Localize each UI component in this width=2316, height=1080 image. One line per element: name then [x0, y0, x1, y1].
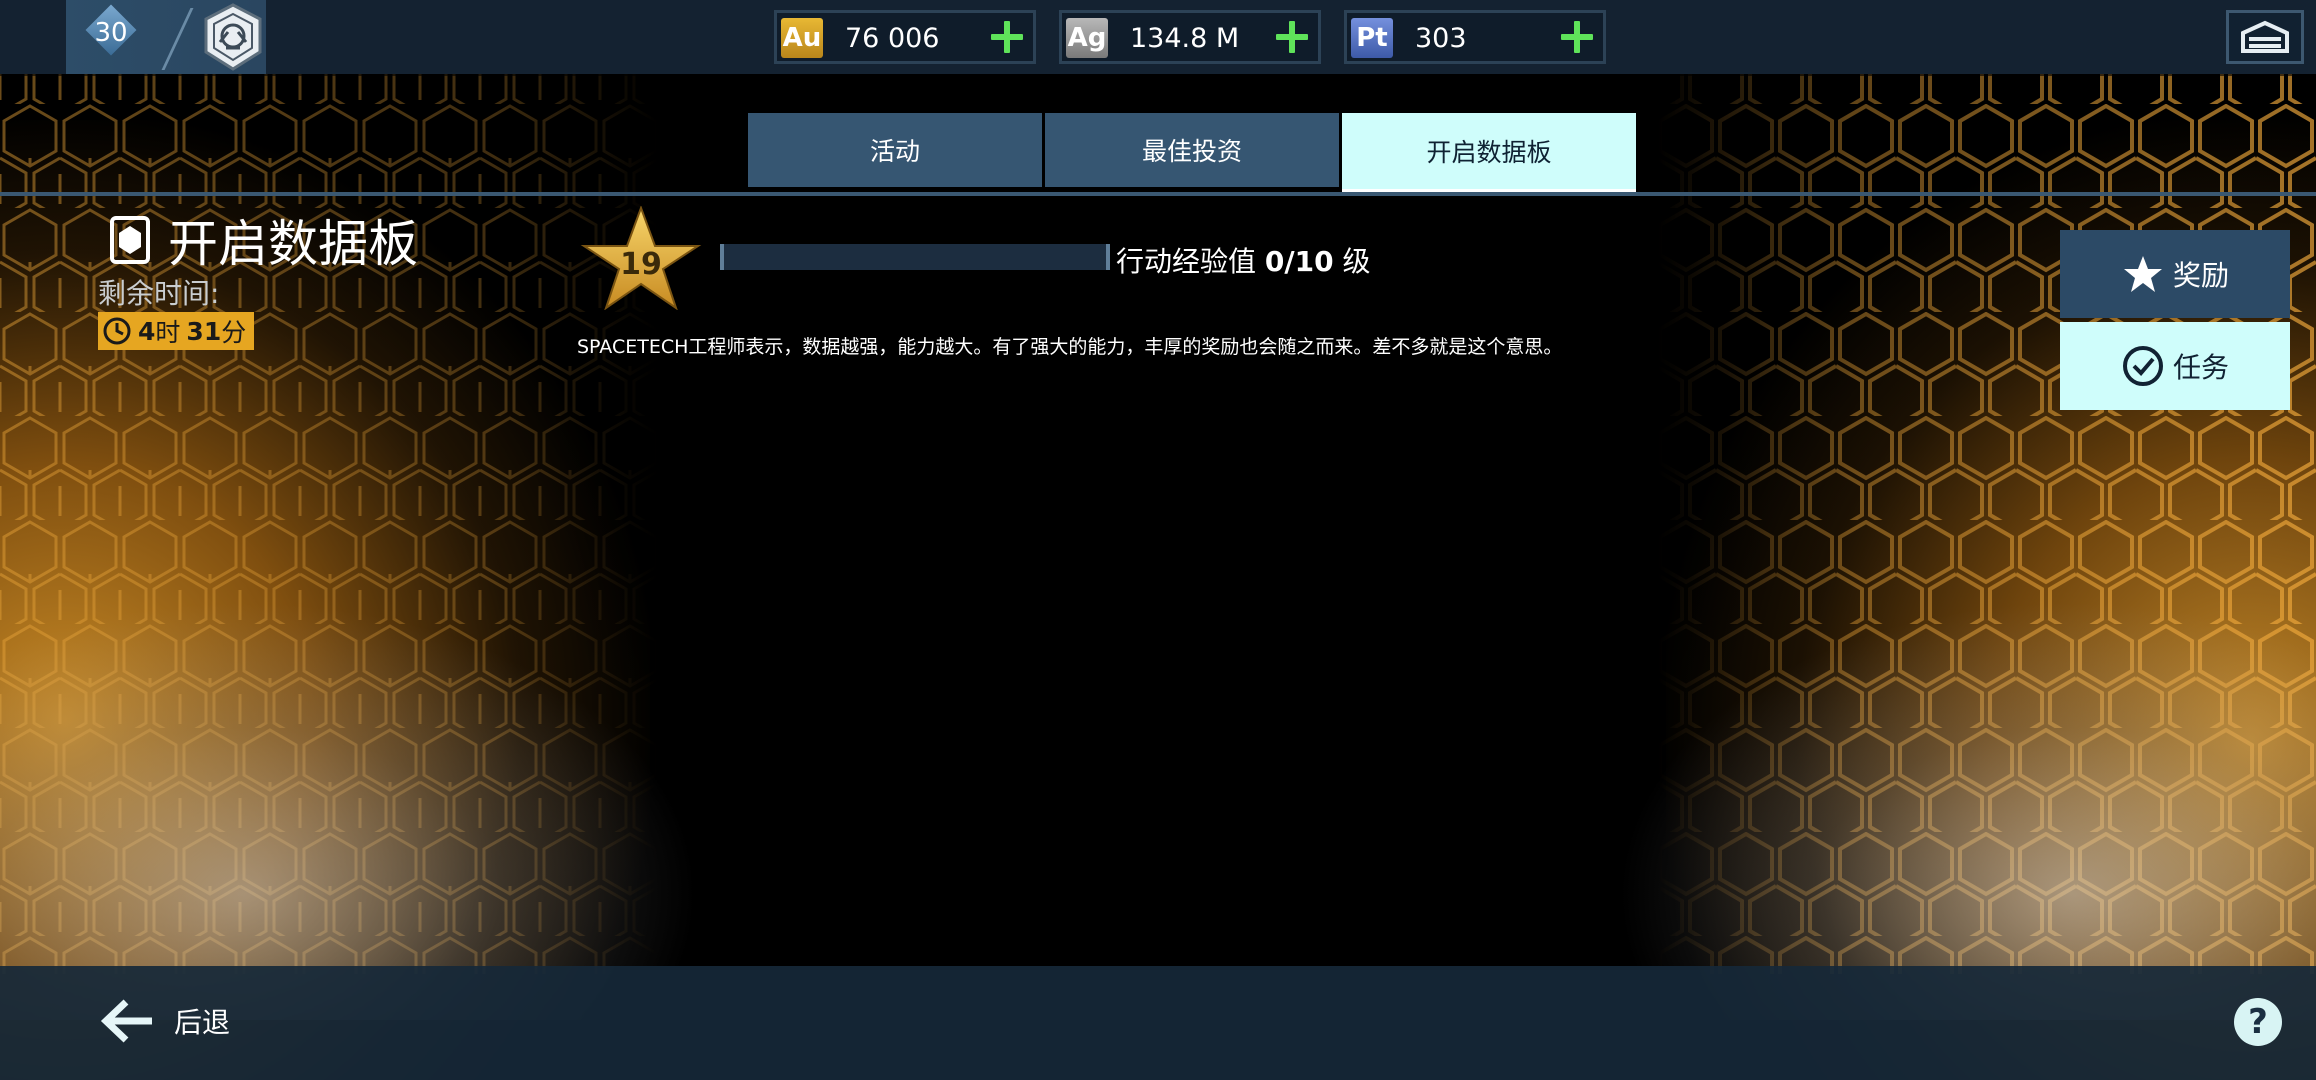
silver-currency: Ag 134.8 M	[1059, 10, 1321, 64]
star-icon	[2123, 256, 2162, 292]
back-button[interactable]: 后退	[100, 996, 230, 1046]
exp-progress-bar	[720, 244, 1110, 270]
tab-best-investment[interactable]: 最佳投资	[1045, 113, 1339, 187]
rewards-label: 奖励	[2172, 259, 2229, 292]
tasks-button[interactable]: 任务	[2060, 322, 2290, 410]
checkmark-circle-icon	[2122, 346, 2163, 386]
hangar-icon	[2241, 20, 2289, 53]
platinum-value: 303	[1415, 23, 1467, 54]
right-fog	[1616, 600, 2316, 1020]
platinum-icon: Pt	[1351, 18, 1393, 58]
add-platinum-button[interactable]	[1559, 19, 1595, 55]
timer-minutes-unit: 分	[221, 318, 247, 347]
event-description: SPACETECH工程师表示，数据越强，能力越大。有了强大的能力，丰厚的奖励也会…	[577, 336, 1563, 358]
bottom-bar: 后退 ?	[0, 966, 2316, 1080]
exp-unit: 级	[1342, 245, 1371, 278]
tabs-divider	[0, 192, 2316, 196]
top-bar: 30 Au 76 006 Ag 134.8 M Pt 303	[0, 0, 2316, 74]
clan-emblem-icon	[204, 3, 262, 71]
timer-hours-unit: 时	[155, 318, 181, 347]
divider	[161, 8, 194, 70]
tasks-label: 任务	[2172, 351, 2229, 384]
clock-icon	[103, 317, 131, 345]
tab-events[interactable]: 活动	[748, 113, 1042, 187]
datapad-icon	[110, 216, 150, 264]
timer-minutes: 31	[186, 316, 222, 346]
back-label: 后退	[174, 1006, 231, 1039]
gold-value: 76 006	[845, 23, 940, 54]
silver-value: 134.8 M	[1130, 23, 1240, 54]
help-button[interactable]: ?	[2234, 998, 2282, 1046]
star-level-number: 19	[620, 247, 662, 282]
event-title: 开启数据板	[108, 204, 418, 276]
rewards-button[interactable]: 奖励	[2060, 230, 2290, 318]
event-title-text: 开启数据板	[168, 215, 418, 273]
remaining-time-badge: 4 时 31 分	[98, 312, 255, 350]
tab-open-datapad[interactable]: 开启数据板	[1342, 113, 1636, 193]
exp-value: 0/10	[1264, 245, 1334, 278]
star-level-badge: 19	[580, 206, 702, 310]
center-shade	[560, 70, 1760, 970]
exp-label: 行动经验值 0/10 级	[1116, 240, 1371, 280]
add-silver-button[interactable]	[1274, 19, 1310, 55]
hangar-button[interactable]	[2226, 10, 2304, 64]
player-level: 30	[94, 18, 128, 48]
platinum-currency: Pt 303	[1344, 10, 1606, 64]
back-arrow-icon	[100, 999, 152, 1043]
add-gold-button[interactable]	[989, 19, 1025, 55]
timer-hours: 4	[138, 316, 156, 346]
gold-icon: Au	[781, 18, 823, 58]
silver-icon: Ag	[1066, 18, 1108, 58]
remaining-time-label: 剩余时间:	[98, 277, 220, 310]
left-fog	[0, 600, 700, 1020]
player-profile[interactable]: 30	[66, 0, 266, 74]
exp-label-text: 行动经验值	[1116, 245, 1257, 278]
gold-currency: Au 76 006	[774, 10, 1036, 64]
